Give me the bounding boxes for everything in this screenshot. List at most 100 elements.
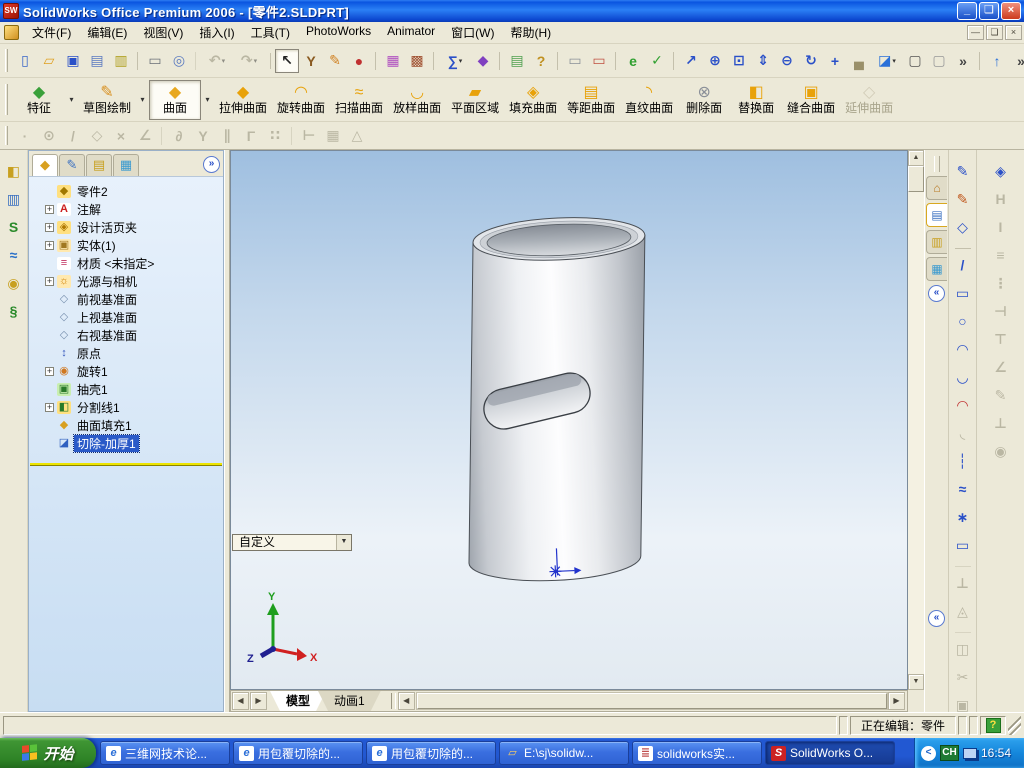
model-tab[interactable]: 模型 [270, 691, 326, 711]
quick-tips-cell[interactable]: ? [980, 716, 1006, 735]
menu-photoworks[interactable]: PhotoWorks [298, 22, 379, 43]
zoom-in-out-icon[interactable]: ⇕ ▾ [751, 49, 775, 73]
sketch-toggle-icon[interactable]: ✎ ▾ [323, 49, 347, 73]
quick-tips-icon[interactable]: ? [985, 718, 1001, 733]
rotate-view-icon[interactable]: ↻ ▾ [799, 49, 823, 73]
circle-tool-icon[interactable]: ○ [952, 310, 974, 332]
displaymanager-tab[interactable]: ▦ [113, 153, 139, 176]
spline-tool-icon[interactable]: ≈ [952, 478, 974, 500]
helix-spiral-icon[interactable]: § [3, 300, 25, 322]
cylinder-model[interactable] [454, 214, 660, 584]
length-snap-icon[interactable]: ⊢ [291, 124, 321, 148]
hidden-lines-visible-icon[interactable]: ▢ ▾ [927, 49, 951, 73]
tree-item-origin[interactable]: + ↕ 原点 [29, 344, 223, 362]
display-state-combobox[interactable]: 自定义 ▼ [232, 534, 352, 551]
zoom-to-fit-icon[interactable]: ⊕ ▾ [703, 49, 727, 73]
baseline-dimension-icon[interactable]: ≡ [990, 244, 1012, 266]
features-group-button[interactable]: ◆ 特征 [13, 80, 65, 120]
3d-sketch-icon[interactable]: ✎ [952, 188, 974, 210]
align-icon[interactable]: ⊥ [990, 412, 1012, 434]
start-button[interactable]: 开始 [0, 738, 96, 768]
revolved-surface-button[interactable]: ◠ 旋转曲面 [272, 80, 330, 120]
model-canvas[interactable]: Y X Z [231, 151, 908, 690]
rectangle-tool-icon[interactable]: ▭ [952, 282, 974, 304]
taskpane-home-tab[interactable]: ⌂ [926, 176, 947, 200]
horizontal-scrollbar[interactable] [415, 692, 888, 710]
redo-icon[interactable]: ↷ ▾ [233, 49, 265, 73]
vscroll-thumb[interactable] [908, 166, 924, 192]
angle-snap-icon[interactable]: ∠ [133, 124, 157, 148]
internet-e-icon[interactable]: e ▾ [615, 49, 645, 73]
display-relations-icon[interactable]: ◬ [952, 600, 974, 622]
ruled-surface-button[interactable]: ◝ 直纹曲面 [620, 80, 678, 120]
menu-help[interactable]: 帮助(H) [502, 22, 559, 43]
task-explorer-folder[interactable]: ▱ E:\sj\solidw... [499, 741, 629, 765]
tree-item-annotations[interactable]: + A 注解 [29, 200, 223, 218]
tab-scroll-left-button[interactable]: ◀ [232, 692, 249, 710]
convert-entities-icon[interactable]: ▣ [952, 694, 974, 713]
replace-face-button[interactable]: ◧ 替换面 [730, 80, 782, 120]
zoom-out-icon[interactable]: ⊖ ▾ [775, 49, 799, 73]
make-assembly-from-part-icon[interactable]: ▥ ▾ [109, 49, 133, 73]
projected-curve-icon[interactable]: ▥ [3, 188, 25, 210]
help-icon[interactable]: ? ▾ [529, 49, 553, 73]
vertical-dimension-icon[interactable]: I [990, 216, 1012, 238]
pan-icon[interactable]: + ▾ [823, 49, 847, 73]
hscroll-thumb[interactable] [416, 693, 887, 709]
group-dropdown-arrow[interactable]: ▾ [136, 81, 149, 119]
feature-statistics-icon[interactable]: ▤ ▾ [499, 49, 529, 73]
tree-item-lights-cameras[interactable]: + ☼ 光源与相机 [29, 272, 223, 290]
menu-edit[interactable]: 编辑(E) [79, 22, 135, 43]
zoom-to-selection-icon[interactable]: ↗ ▾ [673, 49, 703, 73]
curve-through-points-icon[interactable]: ◉ [3, 272, 25, 294]
propertymanager-tab[interactable]: ✎ [59, 153, 85, 176]
expand-plus-box[interactable]: + [45, 222, 54, 232]
toolbar-grip[interactable] [5, 48, 8, 73]
section-view-icon[interactable]: ◪ ▾ [871, 49, 903, 73]
open-folder-icon[interactable]: ▱ ▾ [37, 49, 61, 73]
spline-3d-icon[interactable]: ≈ [3, 244, 25, 266]
parallel-snap-icon[interactable]: ∥ [215, 124, 239, 148]
task-sanwei-forum[interactable]: e 三维网技术论... [100, 741, 230, 765]
wireframe-icon[interactable]: ▢ ▾ [903, 49, 927, 73]
tangent-arc-icon[interactable]: ◡ [952, 366, 974, 388]
extend-surface-button[interactable]: ◇ 延伸曲面 [840, 80, 898, 120]
tab-scroll-right-button[interactable]: ▶ [250, 692, 267, 710]
rollback-bar[interactable] [30, 463, 222, 466]
taskpane-grip[interactable] [933, 156, 940, 172]
point-tool-icon[interactable]: ∗ [952, 506, 974, 528]
taskpane-view-palette-tab[interactable]: ▦ [926, 257, 947, 281]
taskpane-design-library-tab[interactable]: ▤ [926, 203, 947, 227]
reference-plane-icon[interactable]: ↑ ▾ [979, 49, 1009, 73]
expand-plus-box[interactable]: + [45, 204, 54, 214]
toolbar-grip[interactable] [5, 84, 8, 115]
tree-item-cutthicken1[interactable]: + ◪ 切除-加厚1 [29, 433, 223, 453]
rebuild-icon[interactable]: ● ▾ [347, 49, 371, 73]
add-relation-icon[interactable]: ⊥ [952, 566, 974, 594]
sketch-point-icon[interactable]: · [13, 124, 37, 148]
edit-sketch-icon[interactable]: ◇ [952, 216, 974, 238]
graphics-viewport[interactable]: Y X Z [230, 150, 908, 690]
featuremanager-tab[interactable]: ◆ [32, 153, 58, 176]
shadow-icon[interactable]: ▄ ▾ [847, 49, 871, 73]
animation1-tab[interactable]: 动画1 [318, 691, 381, 711]
panel-expand-button[interactable]: » [203, 156, 220, 173]
grid-icon[interactable]: ▦ [321, 124, 345, 148]
split-line-tool-icon[interactable]: ◧ [3, 160, 25, 182]
ordinate-dimension-icon[interactable]: ⋮ [990, 272, 1012, 294]
zoom-to-area-icon[interactable]: ⊡ ▾ [727, 49, 751, 73]
menu-file[interactable]: 文件(F) [24, 22, 79, 43]
undo-icon[interactable]: ↶ ▾ [195, 49, 233, 73]
edrawings-publish-icon[interactable]: ▭ ▾ [587, 49, 611, 73]
tree-item-shell1[interactable]: + ▣ 抽壳1 [29, 380, 223, 398]
menu-window[interactable]: 窗口(W) [443, 22, 502, 43]
resize-grip[interactable] [1008, 716, 1021, 735]
tree-item-right-plane[interactable]: + ◇ 右视基准面 [29, 326, 223, 344]
sketch-icon[interactable]: ✎ [952, 160, 974, 182]
hscroll-right-button[interactable]: ▶ [888, 692, 905, 710]
midpoint-snap-icon[interactable]: ◇ [85, 124, 109, 148]
perpendicular-snap-icon[interactable]: Y [191, 124, 215, 148]
tree-item-revolve1[interactable]: + ◉ 旋转1 [29, 362, 223, 380]
trim-entities-icon[interactable]: ✂ [952, 666, 974, 688]
autodimension-icon[interactable]: ✎ [990, 384, 1012, 406]
